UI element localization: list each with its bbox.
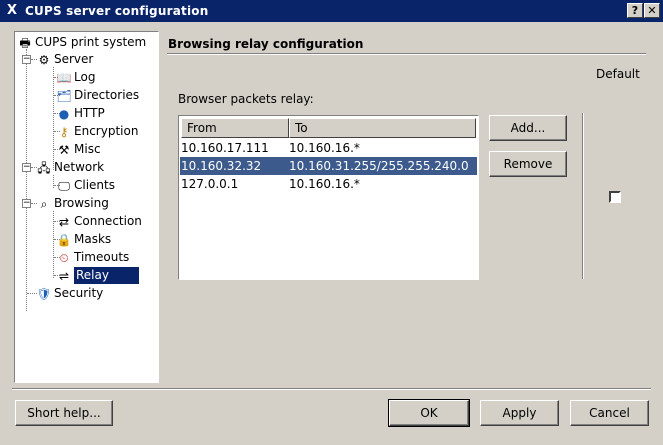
remove-button[interactable]: Remove xyxy=(489,151,567,177)
network-icon: 🖧 xyxy=(37,160,51,175)
tree-item-clients[interactable]: 🖵 Clients xyxy=(56,177,115,194)
default-label: Default xyxy=(596,67,640,81)
short-help-button[interactable]: Short help... xyxy=(15,400,113,426)
tools-icon: ⚒ xyxy=(58,142,70,157)
help-title-button[interactable]: ? xyxy=(627,3,643,18)
connection-icon: ⇄ xyxy=(58,214,70,229)
table-row-selected[interactable]: 10.160.32.32 10.160.31.255/255.255.240.0 xyxy=(180,157,477,175)
x-window-icon[interactable]: X xyxy=(3,3,21,19)
title-bar: X CUPS server configuration ? ✕ xyxy=(0,0,663,22)
default-checkbox[interactable] xyxy=(609,191,621,203)
row-to: 10.160.16.* xyxy=(289,177,360,191)
tree-item-http[interactable]: ● HTTP xyxy=(56,105,105,122)
security-icon: 🛡 xyxy=(36,286,52,301)
section-divider xyxy=(167,53,646,55)
lock-icon: 🔒 xyxy=(56,232,72,247)
column-header-from[interactable]: From xyxy=(181,118,289,138)
tree-item-log[interactable]: 📖 Log xyxy=(56,69,96,86)
tree-item-relay[interactable]: ⇌ Relay xyxy=(56,267,139,284)
gear-icon: ⚙ xyxy=(38,52,50,67)
tree-item-network[interactable]: 🖧 Network xyxy=(36,159,104,176)
config-tree[interactable]: 🖶 CUPS print system − ⚙ Server 📖 Log 🗂 D… xyxy=(14,31,159,383)
relay-icon: ⇌ xyxy=(58,268,70,283)
printer-icon: 🖶 xyxy=(19,35,31,50)
window-title: CUPS server configuration xyxy=(25,4,209,18)
section-title: Browsing relay configuration xyxy=(168,37,364,51)
row-to: 10.160.31.255/255.255.240.0 xyxy=(289,159,469,173)
ok-button[interactable]: OK xyxy=(388,399,470,427)
close-title-button[interactable]: ✕ xyxy=(644,3,660,18)
tree-item-encryption[interactable]: ⚷ Encryption xyxy=(56,123,139,140)
tree-item-root[interactable]: 🖶 CUPS print system xyxy=(17,34,146,51)
tree-item-directories[interactable]: 🗂 Directories xyxy=(56,87,139,104)
tree-item-timeouts[interactable]: ⏲ Timeouts xyxy=(56,249,129,266)
tree-item-server[interactable]: ⚙ Server xyxy=(36,51,94,68)
table-row[interactable]: 127.0.0.1 10.160.16.* xyxy=(180,175,477,193)
row-to: 10.160.16.* xyxy=(289,141,360,155)
tree-item-connection[interactable]: ⇄ Connection xyxy=(56,213,142,230)
browse-icon: ⌕ xyxy=(40,196,48,211)
tree-item-misc[interactable]: ⚒ Misc xyxy=(56,141,101,158)
globe-icon: ● xyxy=(58,106,70,121)
row-from: 10.160.17.111 xyxy=(181,141,269,155)
cancel-button[interactable]: Cancel xyxy=(570,400,649,426)
network-collapse-toggle[interactable]: − xyxy=(22,163,31,172)
add-button[interactable]: Add... xyxy=(489,115,567,141)
table-row[interactable]: 10.160.17.111 10.160.16.* xyxy=(180,139,477,157)
relay-table[interactable]: From To 10.160.17.111 10.160.16.* 10.160… xyxy=(178,115,479,280)
vertical-divider xyxy=(582,113,584,279)
tree-item-security[interactable]: 🛡 Security xyxy=(36,285,103,302)
apply-button[interactable]: Apply xyxy=(480,400,559,426)
monitor-icon: 🖵 xyxy=(58,178,70,193)
relay-list-label: Browser packets relay: xyxy=(178,92,314,106)
folder-icon: 🗂 xyxy=(56,88,72,103)
book-icon: 📖 xyxy=(56,70,72,85)
tree-item-browsing[interactable]: ⌕ Browsing xyxy=(36,195,109,212)
tree-item-masks[interactable]: 🔒 Masks xyxy=(56,231,112,248)
server-collapse-toggle[interactable]: − xyxy=(22,55,31,64)
footer-divider xyxy=(12,388,651,390)
row-from: 127.0.0.1 xyxy=(181,177,239,191)
column-header-to[interactable]: To xyxy=(289,118,476,138)
key-icon: ⚷ xyxy=(59,124,69,139)
clock-icon: ⏲ xyxy=(59,250,69,265)
row-from: 10.160.32.32 xyxy=(181,159,262,173)
browsing-collapse-toggle[interactable]: − xyxy=(22,199,31,208)
